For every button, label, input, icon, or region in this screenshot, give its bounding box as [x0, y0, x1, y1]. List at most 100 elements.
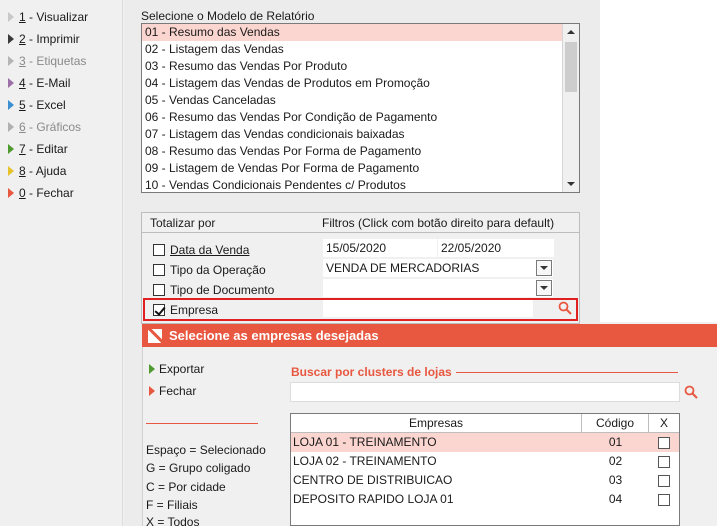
exportar-button[interactable]: Exportar — [149, 361, 204, 377]
menu-key: 0 — [19, 186, 26, 200]
empresa-checkbox[interactable] — [658, 474, 670, 487]
empresa-codigo: 01 — [608, 435, 623, 449]
table-row[interactable]: LOJA 01 - TREINAMENTO 01 — [291, 433, 679, 452]
menu-excel[interactable]: 5 - Excel — [0, 94, 122, 116]
triangle-icon — [8, 34, 14, 44]
col-x[interactable]: X — [649, 414, 679, 432]
data-venda-checkbox[interactable] — [153, 244, 165, 256]
legend-line: F = Filiais — [146, 498, 198, 512]
report-item[interactable]: 01 - Resumo das Vendas — [142, 24, 563, 41]
empresa-checkbox[interactable] — [658, 436, 670, 449]
col-codigo[interactable]: Código — [582, 414, 649, 432]
report-item[interactable]: 04 - Listagem das Vendas de Produtos em … — [142, 75, 563, 92]
fechar-label: Fechar — [159, 384, 197, 398]
data-inicio-field[interactable]: 15/05/2020 — [323, 239, 437, 257]
report-item[interactable]: 09 - Listagem de Vendas Por Forma de Pag… — [142, 160, 563, 177]
menu-label: - Ajuda — [25, 164, 67, 178]
menu-key: 6 — [19, 120, 26, 134]
empresa-nome: LOJA 02 - TREINAMENTO — [293, 454, 437, 468]
table-row[interactable]: DEPOSITO RAPIDO LOJA 01 04 — [291, 490, 679, 509]
menu-email[interactable]: 4 - E-Mail — [0, 72, 122, 94]
report-item[interactable]: 10 - Vendas Condicionais Pendentes c/ Pr… — [142, 177, 563, 192]
triangle-icon — [149, 386, 155, 396]
tipo-operacao-select[interactable]: VENDA DE MERCADORIAS — [323, 259, 553, 277]
empresa-codigo: 02 — [608, 454, 623, 468]
menu-etiquetas[interactable]: 3 - Etiquetas — [0, 50, 122, 72]
menu-visualizar[interactable]: 1 - Visualizar — [0, 6, 122, 28]
arrow-up-icon — [567, 30, 575, 34]
report-item[interactable]: 08 - Resumo das Vendas Por Forma de Paga… — [142, 143, 563, 160]
col-empresas[interactable]: Empresas — [291, 414, 582, 432]
tipo-operacao-dropdown-button[interactable] — [536, 260, 552, 276]
triangle-icon — [8, 144, 14, 154]
empresa-checkbox[interactable] — [658, 493, 670, 506]
empresa-nome: LOJA 01 - TREINAMENTO — [293, 435, 437, 449]
data-venda-label: Data da Venda — [170, 243, 250, 257]
menu-key: 8 — [19, 164, 26, 178]
busca-search-icon[interactable] — [684, 385, 698, 399]
arrow-down-icon — [567, 182, 575, 186]
tipo-operacao-checkbox[interactable] — [153, 264, 165, 276]
scroll-thumb[interactable] — [565, 42, 577, 92]
scroll-up-button[interactable] — [563, 24, 579, 40]
exportar-label: Exportar — [159, 362, 205, 376]
menu-fechar[interactable]: 0 - Fechar — [0, 182, 122, 204]
chevron-down-icon — [540, 266, 548, 270]
empresa-checkbox[interactable] — [658, 455, 670, 468]
app-logo-icon — [148, 328, 162, 343]
menu-ajuda[interactable]: 8 - Ajuda — [0, 160, 122, 182]
menu-label: - Editar — [25, 142, 68, 156]
tipo-documento-select[interactable] — [323, 279, 553, 297]
scroll-down-button[interactable] — [563, 176, 579, 192]
data-fim-field[interactable]: 22/05/2020 — [438, 239, 554, 257]
filters-header: Totalizar por Filtros (Click com botão d… — [142, 213, 579, 233]
empresa-codigo: 03 — [608, 473, 623, 487]
menu-key: 7 — [19, 142, 26, 156]
triangle-icon — [8, 100, 14, 110]
menu-graficos[interactable]: 6 - Gráficos — [0, 116, 122, 138]
report-list-title: Selecione o Modelo de Relatório — [141, 9, 315, 23]
sidebar: 1 - Visualizar 2 - Imprimir 3 - Etiqueta… — [0, 0, 123, 526]
report-item[interactable]: 07 - Listagem das Vendas condicionais ba… — [142, 126, 563, 143]
chevron-down-icon — [540, 286, 548, 290]
fechar-button[interactable]: Fechar — [149, 383, 196, 399]
report-item[interactable]: 06 - Resumo das Vendas Por Condição de P… — [142, 109, 563, 126]
popup-titlebar: Selecione as empresas desejadas — [142, 324, 717, 347]
popup-title: Selecione as empresas desejadas — [169, 328, 379, 343]
totalizar-header: Totalizar por — [150, 215, 216, 230]
menu-label: - Visualizar — [25, 10, 89, 24]
menu-key: 3 — [19, 54, 26, 68]
busca-clusters-input[interactable] — [290, 382, 680, 402]
triangle-icon — [8, 56, 14, 66]
legend-line: X = Todos — [146, 515, 200, 526]
triangle-icon — [8, 78, 14, 88]
legend-line: Espaço = Selecionado — [146, 443, 266, 457]
report-item[interactable]: 03 - Resumo das Vendas Por Produto — [142, 58, 563, 75]
report-item[interactable]: 05 - Vendas Canceladas — [142, 92, 563, 109]
legend-line: C = Por cidade — [146, 480, 226, 494]
tipo-documento-label: Tipo de Documento — [170, 283, 275, 297]
menu-label: - Fechar — [25, 186, 74, 200]
menu-imprimir[interactable]: 2 - Imprimir — [0, 28, 122, 50]
table-row[interactable]: LOJA 02 - TREINAMENTO 02 — [291, 452, 679, 471]
menu-editar[interactable]: 7 - Editar — [0, 138, 122, 160]
legend-line: G = Grupo coligado — [146, 461, 251, 475]
grid-header: Empresas Código X — [291, 414, 679, 433]
tipo-documento-checkbox[interactable] — [153, 284, 165, 296]
table-row[interactable]: CENTRO DE DISTRIBUICAO 03 — [291, 471, 679, 490]
triangle-icon — [8, 12, 14, 22]
empresa-nome: DEPOSITO RAPIDO LOJA 01 — [293, 492, 454, 506]
triangle-icon — [8, 188, 14, 198]
triangle-icon — [8, 122, 14, 132]
triangle-icon — [8, 166, 14, 176]
tipo-documento-dropdown-button[interactable] — [536, 280, 552, 296]
empresas-grid: Empresas Código X LOJA 01 - TREINAMENTO … — [290, 413, 680, 526]
report-item[interactable]: 02 - Listagem das Vendas — [142, 41, 563, 58]
empresa-codigo: 04 — [608, 492, 623, 506]
report-scrollbar[interactable] — [562, 24, 579, 192]
empresa-highlight-box — [143, 298, 578, 321]
triangle-icon — [149, 364, 155, 374]
report-listbox[interactable]: 01 - Resumo das Vendas 02 - Listagem das… — [141, 23, 580, 193]
divider — [456, 372, 678, 373]
filtros-header: Filtros (Click com botão direito para de… — [322, 215, 555, 230]
